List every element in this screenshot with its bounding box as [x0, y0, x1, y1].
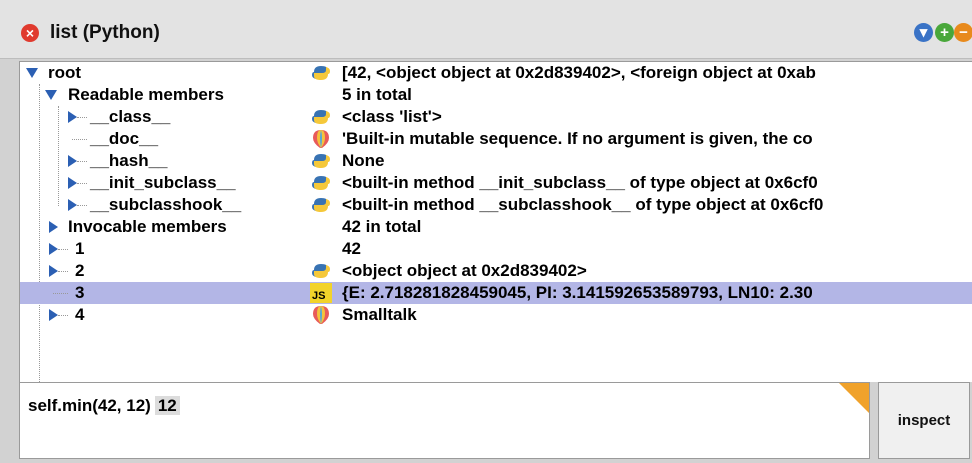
tree-connector — [53, 293, 68, 294]
inspector-window: × list (Python) ▾ + − root [42, <object … — [0, 0, 972, 463]
expression-text[interactable]: self.min(42, 12) — [28, 396, 151, 415]
tree-row-label: __doc__ — [90, 129, 159, 148]
tree-row-label: 4 — [75, 305, 85, 324]
workspace-panel: self.min(42, 12) 12 inspect — [0, 382, 972, 463]
editor-corner-marker — [839, 383, 869, 413]
minimize-window-icon[interactable]: − — [954, 23, 972, 42]
tree-row-label: __hash__ — [90, 151, 168, 170]
tree-row-item-2[interactable]: 2 <object object at 0x2d839402> — [20, 260, 972, 282]
collapsed-triangle-icon[interactable] — [49, 265, 58, 277]
tree-connector — [58, 271, 68, 272]
tree-row-label: 1 — [75, 239, 85, 258]
object-tree[interactable]: root [42, <object object at 0x2d839402>,… — [19, 61, 972, 383]
tree-row-value: [42, <object object at 0x2d839402>, <for… — [342, 63, 816, 82]
tree-row-label: root — [48, 63, 82, 82]
tree-connector — [58, 315, 68, 316]
tree-row-root[interactable]: root [42, <object object at 0x2d839402>,… — [20, 62, 972, 84]
tree-row-label: __class__ — [90, 107, 171, 126]
tree-row-value: None — [342, 151, 385, 170]
tree-row-label: __subclasshook__ — [90, 195, 242, 214]
tree-row-item-4[interactable]: 4 Smalltalk — [20, 304, 972, 326]
collapsed-triangle-icon[interactable] — [68, 177, 77, 189]
title-bar[interactable]: × list (Python) ▾ + − — [0, 0, 972, 59]
collapsed-triangle-icon[interactable] — [68, 155, 77, 167]
tree-row-value: 5 in total — [342, 85, 412, 104]
tree-connector — [58, 249, 68, 250]
tree-connector — [77, 205, 87, 206]
tree-row-value: 42 in total — [342, 217, 422, 236]
expanded-triangle-icon[interactable] — [45, 90, 57, 100]
tree-connector — [77, 161, 87, 162]
tree-row-value: <class 'list'> — [342, 107, 442, 126]
python-icon — [312, 176, 330, 190]
expression-line[interactable]: self.min(42, 12) 12 — [28, 396, 180, 416]
js-icon-text: JS — [312, 290, 326, 302]
tree-row-item-1[interactable]: 1 42 — [20, 238, 972, 260]
tree-row-value: <built-in method __subclasshook__ of typ… — [342, 195, 824, 214]
tree-row-subclasshook[interactable]: __subclasshook__ <built-in method __subc… — [20, 194, 972, 216]
tree-row-init-subclass[interactable]: __init_subclass__ <built-in method __ini… — [20, 172, 972, 194]
tree-row-value: <built-in method __init_subclass__ of ty… — [342, 173, 818, 192]
collapsed-triangle-icon[interactable] — [49, 243, 58, 255]
tree-row-value: {E: 2.718281828459045, PI: 3.14159265358… — [342, 283, 813, 302]
python-icon — [312, 154, 330, 168]
tree-row-value: <object object at 0x2d839402> — [342, 261, 587, 280]
balloon-icon — [313, 306, 329, 324]
expanded-triangle-icon[interactable] — [26, 68, 38, 78]
balloon-icon — [313, 130, 329, 148]
collapsed-triangle-icon[interactable] — [68, 111, 77, 123]
tree-row-value: 'Built-in mutable sequence. If no argume… — [342, 129, 813, 148]
collapsed-triangle-icon[interactable] — [49, 309, 58, 321]
tree-row-label: 3 — [75, 283, 85, 302]
tree-row-label: __init_subclass__ — [90, 173, 236, 192]
tree-row-doc[interactable]: __doc__ 'Built-in mutable sequence. If n… — [20, 128, 972, 150]
collapsed-triangle-icon[interactable] — [49, 221, 58, 233]
python-icon — [312, 264, 330, 278]
python-icon — [312, 66, 330, 80]
tree-row-item-3[interactable]: 3 JS {E: 2.718281828459045, PI: 3.141592… — [20, 282, 972, 304]
tree-connector — [77, 183, 87, 184]
collapse-window-icon[interactable]: ▾ — [914, 23, 933, 42]
tree-row-invocable-members[interactable]: Invocable members 42 in total — [20, 216, 972, 238]
inspect-button[interactable]: inspect — [878, 382, 970, 459]
expression-result: 12 — [154, 396, 180, 415]
maximize-window-icon[interactable]: + — [935, 23, 954, 42]
collapsed-triangle-icon[interactable] — [68, 199, 77, 211]
tree-row-hash[interactable]: __hash__ None — [20, 150, 972, 172]
tree-row-label: Invocable members — [68, 217, 227, 236]
tree-row-label: 2 — [75, 261, 85, 280]
tree-row-value: Smalltalk — [342, 305, 417, 324]
tree-row-label: Readable members — [68, 85, 224, 104]
window-title: list (Python) — [50, 22, 160, 43]
tree-row-class[interactable]: __class__ <class 'list'> — [20, 106, 972, 128]
close-icon[interactable]: × — [21, 24, 39, 42]
js-icon: JS — [310, 283, 332, 303]
python-icon — [312, 198, 330, 212]
tree-connector — [72, 139, 87, 140]
tree-connector — [77, 117, 87, 118]
expression-editor[interactable]: self.min(42, 12) 12 — [19, 382, 870, 459]
tree-row-value: 42 — [342, 239, 361, 258]
tree-row-readable-members[interactable]: Readable members 5 in total — [20, 84, 972, 106]
python-icon — [312, 110, 330, 124]
